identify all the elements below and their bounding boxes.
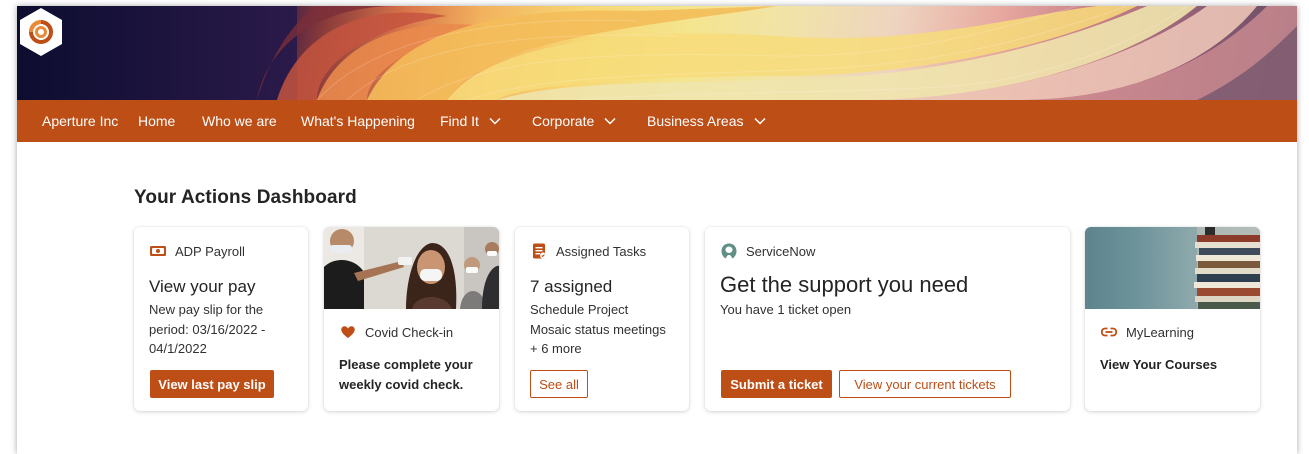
card-source-label: ADP Payroll bbox=[175, 243, 245, 259]
card-title: 7 assigned bbox=[530, 277, 613, 296]
card-header: Assigned Tasks bbox=[530, 242, 646, 260]
card-header: ADP Payroll bbox=[149, 242, 245, 260]
company-logo-icon[interactable] bbox=[17, 6, 65, 58]
nav-label: Corporate bbox=[532, 113, 595, 129]
nav-label: Aperture Inc bbox=[42, 113, 119, 129]
mylearning-card[interactable]: MyLearning View Your Courses bbox=[1085, 227, 1260, 411]
nav-label: Home bbox=[138, 113, 176, 129]
covid-photo bbox=[324, 227, 499, 309]
task-list: Schedule Project Mosaic status meetings … bbox=[530, 300, 666, 359]
card-header: MyLearning bbox=[1100, 323, 1194, 341]
card-header: Covid Check-in bbox=[339, 323, 453, 341]
card-title: Get the support you need bbox=[720, 272, 969, 297]
view-courses-link[interactable]: View Your Courses bbox=[1100, 355, 1217, 375]
link-icon bbox=[1100, 327, 1118, 337]
chevron-down-icon bbox=[753, 117, 766, 125]
banner-swirl-art bbox=[17, 6, 1297, 100]
tasks-icon bbox=[533, 243, 546, 259]
task-item[interactable]: Schedule Project bbox=[530, 300, 666, 320]
see-all-button[interactable]: See all bbox=[530, 370, 588, 398]
nav-item-business-areas[interactable]: Business Areas bbox=[647, 100, 767, 142]
hero-banner bbox=[17, 6, 1297, 100]
card-text: Please complete your weekly covid check. bbox=[339, 355, 473, 394]
assigned-tasks-card[interactable]: Assigned Tasks 7 assigned Schedule Proje… bbox=[515, 227, 689, 411]
card-text-line: Please complete your bbox=[339, 357, 473, 372]
payroll-card[interactable]: ADP Payroll View your pay New pay slip f… bbox=[134, 227, 308, 411]
payroll-icon bbox=[150, 246, 166, 256]
task-item[interactable]: Mosaic status meetings bbox=[530, 320, 666, 340]
card-text: You have 1 ticket open bbox=[720, 302, 852, 317]
submit-ticket-button[interactable]: Submit a ticket bbox=[721, 370, 832, 398]
card-source-label: MyLearning bbox=[1126, 324, 1194, 340]
nav-item-whats-happening[interactable]: What's Happening bbox=[301, 100, 415, 142]
view-last-pay-slip-button[interactable]: View last pay slip bbox=[150, 370, 274, 398]
nav-label: Who we are bbox=[202, 113, 277, 129]
nav-item-corporate[interactable]: Corporate bbox=[532, 100, 617, 142]
covid-photo-image bbox=[324, 227, 499, 309]
card-source-label: ServiceNow bbox=[746, 243, 816, 259]
card-text-line: 04/1/2022 bbox=[149, 341, 207, 356]
servicenow-icon bbox=[721, 243, 737, 259]
card-text: New pay slip for the period: 03/16/2022 … bbox=[149, 300, 265, 359]
covid-card[interactable]: Covid Check-in Please complete your week… bbox=[324, 227, 499, 411]
books-photo-image bbox=[1085, 227, 1260, 309]
books-photo bbox=[1085, 227, 1260, 309]
card-text-line: New pay slip for the bbox=[149, 302, 264, 317]
dashboard-title: Your Actions Dashboard bbox=[134, 187, 357, 208]
nav-label: What's Happening bbox=[301, 113, 415, 129]
card-text-line: period: 03/16/2022 - bbox=[149, 321, 266, 337]
nav-item-home[interactable]: Home bbox=[138, 100, 175, 142]
nav-label: Business Areas bbox=[647, 113, 744, 129]
card-source-label: Assigned Tasks bbox=[556, 243, 647, 259]
nav-label: Find It bbox=[440, 113, 479, 129]
heart-icon bbox=[341, 326, 355, 338]
card-title: View your pay bbox=[149, 277, 256, 296]
card-text-line: weekly covid check. bbox=[339, 376, 464, 392]
view-current-tickets-button[interactable]: View your current tickets bbox=[839, 370, 1011, 398]
nav-item-aperture-inc[interactable]: Aperture Inc bbox=[42, 100, 118, 142]
top-navigation: Aperture Inc Home Who we are What's Happ… bbox=[17, 100, 1297, 142]
card-header: ServiceNow bbox=[720, 242, 815, 260]
nav-item-find-it[interactable]: Find It bbox=[440, 100, 502, 142]
card-source-label: Covid Check-in bbox=[365, 324, 454, 340]
chevron-down-icon bbox=[604, 117, 616, 125]
chevron-down-icon bbox=[489, 117, 501, 125]
task-more-label: + 6 more bbox=[530, 341, 582, 356]
servicenow-card[interactable]: ServiceNow Get the support you need You … bbox=[705, 227, 1070, 411]
nav-item-who-we-are[interactable]: Who we are bbox=[202, 100, 277, 142]
